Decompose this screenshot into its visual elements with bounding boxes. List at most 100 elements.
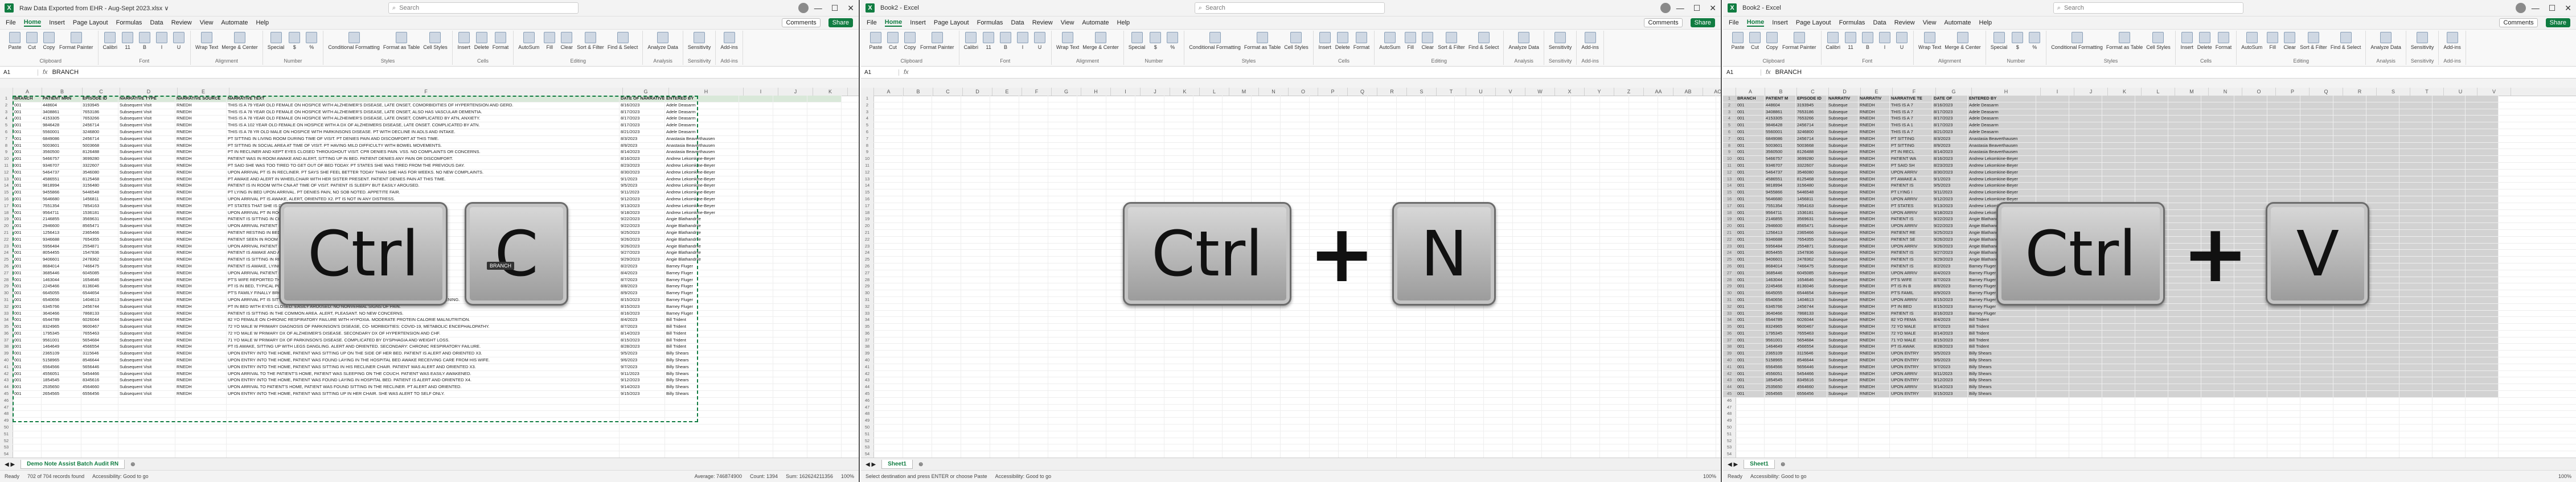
cell[interactable] — [2466, 444, 2499, 451]
cell[interactable] — [1658, 310, 1687, 317]
cell[interactable] — [2069, 384, 2102, 391]
cell[interactable] — [1513, 142, 1542, 149]
cell[interactable] — [1106, 129, 1135, 135]
cell[interactable] — [2168, 431, 2201, 438]
cell[interactable] — [739, 303, 773, 310]
cell[interactable] — [874, 169, 903, 176]
cell[interactable] — [1513, 122, 1542, 129]
cell[interactable] — [1077, 162, 1106, 169]
cell[interactable] — [1223, 96, 1252, 102]
cell[interactable] — [2102, 370, 2135, 377]
cell[interactable] — [1542, 189, 1571, 196]
cell[interactable] — [739, 391, 773, 397]
row-header[interactable]: 5 — [861, 122, 874, 129]
cell[interactable] — [2069, 149, 2102, 156]
cell[interactable] — [1223, 330, 1252, 337]
cell[interactable] — [1397, 176, 1426, 183]
cell[interactable]: 001 — [1736, 149, 1765, 156]
cell[interactable] — [1571, 370, 1600, 377]
cell[interactable] — [1164, 431, 1193, 438]
cell[interactable] — [1397, 317, 1426, 324]
cell[interactable] — [2036, 324, 2069, 330]
cell[interactable] — [2333, 451, 2366, 458]
row-header[interactable]: 20 — [0, 223, 13, 229]
cell[interactable] — [739, 183, 773, 189]
cell[interactable] — [2466, 135, 2499, 142]
cell[interactable] — [874, 116, 903, 122]
cell[interactable] — [1600, 357, 1629, 364]
cell[interactable] — [1077, 109, 1106, 116]
cell[interactable]: 001 — [1736, 303, 1765, 310]
cell[interactable] — [1827, 438, 1859, 444]
cell[interactable] — [2466, 324, 2499, 330]
cell[interactable] — [2466, 438, 2499, 444]
cell[interactable] — [1571, 142, 1600, 149]
row-header[interactable]: 54 — [861, 451, 874, 458]
cell[interactable] — [1164, 384, 1193, 391]
cell[interactable] — [2366, 283, 2399, 290]
ribbon-button[interactable]: $ — [288, 32, 301, 50]
cell[interactable] — [2069, 183, 2102, 189]
cell[interactable] — [1736, 397, 1765, 404]
cell[interactable] — [1827, 411, 1859, 418]
cell[interactable]: 9846428 — [1765, 122, 1796, 129]
cell[interactable] — [1048, 189, 1077, 196]
cell[interactable] — [1223, 451, 1252, 458]
cell[interactable] — [932, 162, 961, 169]
cell[interactable] — [1135, 176, 1164, 183]
cell[interactable] — [1368, 142, 1397, 149]
cell[interactable] — [1796, 425, 1827, 431]
cell[interactable] — [1048, 176, 1077, 183]
cell[interactable] — [1513, 176, 1542, 183]
cell[interactable] — [1223, 156, 1252, 162]
cell[interactable]: 8565471 — [1796, 223, 1827, 229]
cell[interactable] — [118, 431, 175, 438]
cell[interactable]: 82 YO FEMA — [1890, 317, 1933, 324]
cell[interactable] — [1019, 223, 1048, 229]
cell[interactable] — [1933, 425, 1968, 431]
cell[interactable] — [1629, 425, 1658, 431]
cell[interactable] — [2466, 391, 2499, 397]
cell[interactable] — [1310, 364, 1339, 370]
cell[interactable] — [1600, 96, 1629, 102]
cell[interactable] — [2069, 431, 2102, 438]
cell[interactable]: 001 — [1736, 183, 1765, 189]
cell[interactable] — [1368, 431, 1397, 438]
cell[interactable] — [1077, 337, 1106, 344]
cell[interactable]: UPON ARRIV — [1890, 296, 1933, 303]
cell[interactable] — [2433, 330, 2466, 337]
cell[interactable]: Adele Deasarm — [1968, 129, 2036, 135]
cell[interactable] — [932, 116, 961, 122]
column-header[interactable]: J — [2074, 88, 2108, 96]
column-header[interactable]: D — [963, 88, 992, 96]
cell[interactable]: PT IN BED — [1890, 303, 1933, 310]
cell[interactable] — [2366, 142, 2399, 149]
row-header[interactable]: 51 — [0, 431, 13, 438]
cell[interactable] — [990, 196, 1019, 203]
row-header[interactable]: 5 — [1723, 122, 1736, 129]
cell[interactable] — [932, 236, 961, 243]
cell[interactable] — [2069, 337, 2102, 344]
cell[interactable] — [2300, 142, 2333, 149]
cell[interactable] — [2466, 451, 2499, 458]
cell[interactable] — [42, 451, 81, 458]
cell[interactable] — [874, 129, 903, 135]
cell[interactable] — [2168, 317, 2201, 324]
cell[interactable] — [961, 370, 990, 377]
cell[interactable] — [1658, 229, 1687, 236]
cell[interactable] — [1629, 303, 1658, 310]
cell[interactable] — [1164, 122, 1193, 129]
cell[interactable] — [2366, 250, 2399, 257]
cell[interactable] — [961, 451, 990, 458]
cell[interactable] — [2267, 310, 2300, 317]
row-header[interactable]: 45 — [0, 391, 13, 397]
cell[interactable] — [932, 444, 961, 451]
cell[interactable] — [1310, 156, 1339, 162]
cell[interactable] — [2234, 370, 2267, 377]
cell[interactable] — [1019, 431, 1048, 438]
column-header[interactable]: I — [1111, 88, 1141, 96]
cell[interactable] — [1048, 351, 1077, 357]
cell[interactable] — [1687, 236, 1716, 243]
ribbon-button[interactable]: Add-ins — [720, 32, 738, 50]
row-header[interactable]: 51 — [1723, 431, 1736, 438]
